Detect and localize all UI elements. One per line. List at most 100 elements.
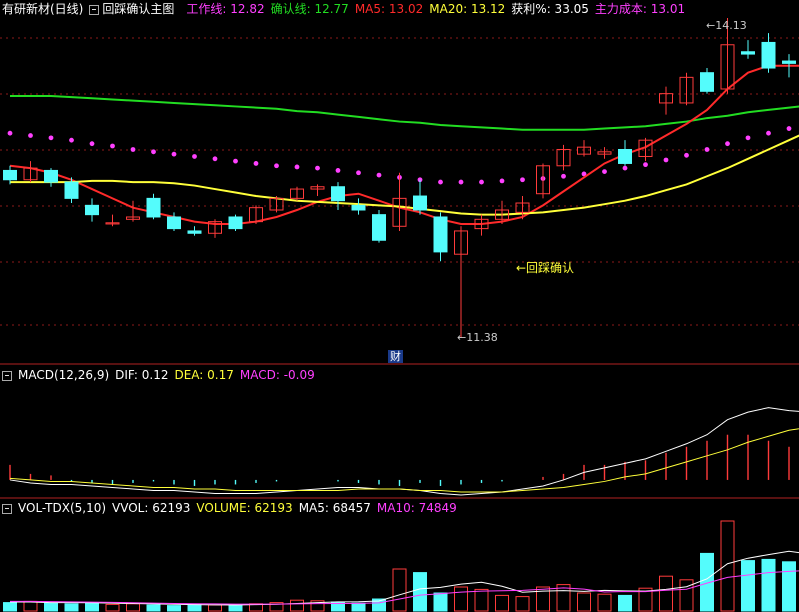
- work-line-dot: [130, 147, 136, 152]
- work-line-dot: [28, 133, 33, 138]
- indicator-select-button[interactable]: 回踩确认主图: [89, 1, 180, 17]
- volume-name[interactable]: VOL-TDX(5,10): [18, 501, 106, 515]
- indicator-name: 回踩确认主图: [102, 2, 175, 16]
- high-price-value: 14.13: [715, 19, 747, 32]
- main-pane-header: 有研新材(日线) 回踩确认主图 工作线: 12.82 确认线: 12.77 MA5: 1…: [2, 1, 691, 17]
- work-line-dot: [192, 154, 197, 159]
- volume-bar: [187, 603, 202, 612]
- work-line-dot: [69, 137, 74, 143]
- dif-line: [9, 407, 799, 496]
- work-line-dot: [520, 177, 525, 183]
- volume-bar: [64, 603, 79, 612]
- candle-body: [618, 148, 632, 164]
- dea-line: [9, 428, 799, 493]
- macd-pane-header: MACD(12,26,9) DIF: 0.12 DEA: 0.17 MACD: -0.…: [2, 367, 321, 383]
- work-line-dot: [7, 130, 13, 136]
- volume-bar: [433, 592, 448, 612]
- work-line-dot: [274, 163, 279, 169]
- volume-bar: [782, 561, 796, 612]
- work-line-dot: [766, 130, 771, 136]
- work-line-dot: [89, 141, 95, 147]
- volume-bar: [474, 588, 489, 612]
- work-line-dot: [479, 179, 484, 185]
- vol-ma5-value: MA5: 68457: [298, 501, 371, 515]
- work-line-dot: [684, 152, 689, 158]
- work-line-dot: [335, 168, 341, 173]
- work-line-dot: [294, 164, 300, 170]
- volume-bar: [495, 594, 509, 612]
- volume-bar: [618, 594, 632, 612]
- candle-body: [146, 197, 161, 218]
- volume-bar: [515, 596, 530, 612]
- work-line-dot: [704, 147, 710, 152]
- pullback-confirm-label: ←回踩确认: [516, 261, 575, 275]
- macd-value: MACD: -0.09: [239, 368, 315, 382]
- volume-bar: [3, 602, 17, 612]
- volume-bar: [597, 593, 612, 612]
- vol-ma5-line: [10, 550, 799, 606]
- volume-bar: [454, 586, 468, 612]
- ma5-value: MA5: 13.02: [354, 2, 424, 16]
- volume-bar: [23, 600, 38, 612]
- candle-body: [167, 216, 181, 230]
- vvol-value: VVOL: 62193: [112, 501, 191, 515]
- ma20-value: MA20: 13.12: [429, 2, 506, 16]
- work-line-dot: [622, 165, 628, 171]
- work-line-dot: [561, 173, 566, 179]
- work-line-dot: [376, 172, 382, 178]
- work-line-dot: [315, 165, 320, 171]
- chart-canvas[interactable]: [0, 0, 799, 612]
- profit-value: 获利%: 33.05: [511, 2, 589, 16]
- candle-body: [700, 72, 714, 92]
- work-line-dot: [48, 135, 54, 141]
- volume-value: VOLUME: 62193: [196, 501, 293, 515]
- indicator-menu-icon: [89, 4, 100, 15]
- work-line-dot: [438, 179, 443, 185]
- finance-badge[interactable]: 财: [388, 350, 403, 363]
- confirm-line-value: 确认线: 12.77: [270, 2, 349, 16]
- work-line-dot: [499, 178, 505, 184]
- macd-menu-icon[interactable]: [2, 370, 12, 381]
- candle-body: [187, 230, 202, 234]
- work-line-dot: [458, 179, 464, 185]
- work-line-dot: [253, 161, 259, 166]
- work-line-dot: [745, 135, 751, 141]
- work-line-dot: [212, 156, 218, 162]
- work-line-dot: [725, 141, 730, 147]
- confirm-line: [10, 94, 799, 131]
- volume-bar: [167, 605, 181, 612]
- low-price-value: 11.38: [466, 331, 498, 344]
- work-line-dot: [643, 162, 648, 168]
- high-price-label: ←14.13: [706, 19, 747, 32]
- volume-bar: [761, 558, 776, 612]
- work-line-dot: [151, 149, 156, 155]
- candle-body: [372, 214, 386, 241]
- work-line-dot: [663, 157, 669, 163]
- macd-name[interactable]: MACD(12,26,9): [18, 368, 109, 382]
- candle-body: [85, 204, 99, 216]
- volume-bar: [659, 575, 673, 612]
- candle-body: [44, 169, 58, 183]
- candle-body: [741, 51, 755, 55]
- volume-bar: [577, 592, 591, 612]
- volume-bar: [290, 599, 304, 612]
- candle-body: [433, 216, 448, 253]
- work-line-dot: [233, 158, 238, 164]
- candle-body: [3, 169, 17, 181]
- volume-bar: [105, 603, 120, 612]
- volume-bar: [44, 602, 58, 612]
- candle-body: [331, 186, 345, 202]
- volume-menu-icon[interactable]: [2, 503, 12, 514]
- low-price-label: ←11.38: [457, 331, 498, 344]
- stock-name: 有研新材(日线): [2, 2, 84, 16]
- candle-body: [351, 204, 366, 211]
- dif-value: DIF: 0.12: [115, 368, 169, 382]
- volume-bar: [126, 603, 140, 612]
- volume-bar: [741, 560, 755, 612]
- work-line-dot: [602, 169, 607, 175]
- ma5-line: [9, 64, 799, 225]
- dea-value: DEA: 0.17: [174, 368, 234, 382]
- volume-bar: [351, 602, 366, 612]
- volume-bar: [208, 604, 222, 612]
- volume-bar: [720, 520, 735, 612]
